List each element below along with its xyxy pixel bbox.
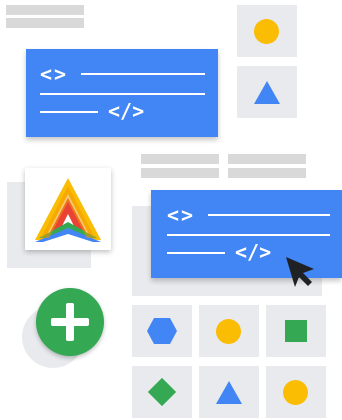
add-button[interactable] <box>36 288 104 356</box>
code-card-1: <> </> <box>26 49 218 137</box>
code-open-tag-icon: <> <box>167 203 196 227</box>
code-line <box>167 234 330 236</box>
triangle-shape <box>254 81 280 104</box>
diamond-shape <box>147 377 177 407</box>
placeholder-bar-1 <box>6 5 84 15</box>
code-close-tag-icon: </> <box>108 99 145 123</box>
placeholder-bar-5 <box>228 154 306 164</box>
tile-triangle-bottom <box>199 366 259 418</box>
logo-card <box>25 168 111 250</box>
code-line <box>208 214 330 216</box>
tile-square <box>266 305 326 357</box>
placeholder-bar-4 <box>141 168 219 178</box>
placeholder-bar-3 <box>141 154 219 164</box>
square-shape <box>285 320 307 342</box>
code-close-tag-icon: </> <box>235 240 272 264</box>
hexagon-shape <box>147 318 177 344</box>
placeholder-bar-2 <box>6 18 84 28</box>
circle-shape <box>216 319 241 344</box>
tile-circle-mid <box>199 305 259 357</box>
tile-diamond <box>132 366 192 418</box>
tile-triangle-top <box>237 66 297 118</box>
tile-hexagon <box>132 305 192 357</box>
mouse-pointer-icon <box>286 257 314 287</box>
code-line <box>167 252 225 254</box>
tile-circle-bottom <box>266 366 326 418</box>
plus-icon <box>36 288 104 356</box>
placeholder-bar-6 <box>228 168 306 178</box>
code-open-tag-icon: <> <box>40 62 69 86</box>
code-line <box>40 111 98 113</box>
code-line <box>81 73 205 75</box>
triangle-shape <box>216 381 242 404</box>
tri-color-logo-icon <box>35 178 101 242</box>
illustration-canvas: <> </> <> </> <box>0 0 342 420</box>
tile-circle-top <box>237 5 297 57</box>
circle-shape <box>283 380 308 405</box>
circle-shape <box>254 19 279 44</box>
code-line <box>40 93 205 95</box>
